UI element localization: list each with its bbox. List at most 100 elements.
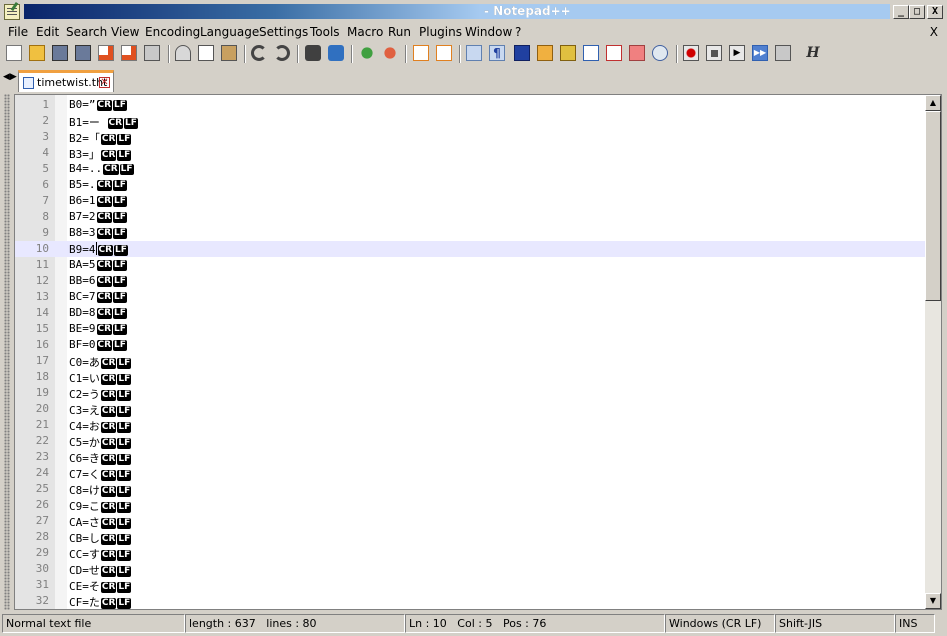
sync-vertical-icon[interactable]	[413, 45, 429, 61]
menu-view[interactable]: View	[111, 25, 139, 39]
editor-line[interactable]: 13 BC=7 CR LF	[15, 289, 925, 305]
menu-search[interactable]: Search	[66, 25, 107, 39]
close-all-icon[interactable]	[121, 45, 137, 61]
save-icon[interactable]	[52, 45, 68, 61]
word-wrap-icon[interactable]	[466, 45, 482, 61]
tab-timetwist[interactable]: timetwist.tht ✕	[18, 70, 114, 92]
text-editor[interactable]: 1 B0=” CR LF 2 B1=ー CR LF 3 B2=「 CR LF 4 B3=」 CR LF 5 B4…	[14, 94, 942, 610]
line-text: C8=け CR LF	[69, 482, 132, 498]
play-macro-icon[interactable]: ▶	[729, 45, 745, 61]
editor-line[interactable]: 5 B4=.. CR LF	[15, 161, 925, 177]
menu-file[interactable]: File	[8, 25, 28, 39]
notepad-plus-plus-icon[interactable]	[4, 4, 20, 20]
redo-icon[interactable]	[274, 45, 290, 61]
find-icon[interactable]	[305, 45, 321, 61]
editor-line[interactable]: 12 BB=6 CR LF	[15, 273, 925, 289]
editor-line[interactable]: 27 CA=さ CR LF	[15, 513, 925, 529]
scroll-down-button[interactable]: ▼	[925, 593, 941, 609]
user-lang-icon[interactable]	[537, 45, 553, 61]
paste-icon[interactable]	[221, 45, 237, 61]
cut-icon[interactable]	[175, 45, 191, 61]
editor-line[interactable]: 6 B5=. CR LF	[15, 177, 925, 193]
new-file-icon[interactable]	[6, 45, 22, 61]
menu-macro[interactable]: Macro	[347, 25, 383, 39]
print-icon[interactable]	[144, 45, 160, 61]
editor-line[interactable]: 20 C3=え CR LF	[15, 401, 925, 417]
editor-line[interactable]: 15 BE=9 CR LF	[15, 321, 925, 337]
editor-line[interactable]: 21 C4=お CR LF	[15, 417, 925, 433]
close-icon[interactable]	[98, 45, 114, 61]
tab-scroll-arrows[interactable]: ◀▶	[3, 72, 17, 82]
sync-horizontal-icon[interactable]	[436, 45, 452, 61]
line-text: C3=え CR LF	[69, 402, 132, 418]
menu-help[interactable]: ?	[515, 25, 521, 39]
menu-tools[interactable]: Tools	[310, 25, 340, 39]
doc-map-icon[interactable]	[560, 45, 576, 61]
menu-run[interactable]: Run	[388, 25, 411, 39]
eol-marker: LF	[117, 374, 132, 385]
editor-line[interactable]: 4 B3=」 CR LF	[15, 145, 925, 161]
close-window-button[interactable]: X	[927, 5, 943, 19]
run-macro-multiple-icon[interactable]: ▶▶	[752, 45, 768, 61]
tab-close-icon[interactable]: ✕	[99, 77, 110, 88]
open-file-icon[interactable]	[29, 45, 45, 61]
replace-icon[interactable]	[328, 45, 344, 61]
close-document-button[interactable]: X	[930, 25, 938, 39]
editor-line[interactable]: 1 B0=” CR LF	[15, 97, 925, 113]
line-text: CD=せ CR LF	[69, 562, 132, 578]
editor-line[interactable]: 16 BF=0 CR LF	[15, 337, 925, 353]
editor-line[interactable]: 19 C2=う CR LF	[15, 385, 925, 401]
maximize-button[interactable]: □	[909, 5, 925, 19]
editor-line[interactable]: 9 B8=3 CR LF	[15, 225, 925, 241]
editor-line[interactable]: 31 CE=そ CR LF	[15, 577, 925, 593]
editor-line[interactable]: 18 C1=い CR LF	[15, 369, 925, 385]
menu-settings[interactable]: Settings	[259, 25, 308, 39]
copy-icon[interactable]	[198, 45, 214, 61]
line-text: CC=す CR LF	[69, 546, 132, 562]
editor-line[interactable]: 30 CD=せ CR LF	[15, 561, 925, 577]
line-content: B9=4	[69, 243, 96, 256]
scroll-thumb[interactable]	[925, 111, 941, 301]
eye-icon[interactable]	[652, 45, 668, 61]
editor-line[interactable]: 8 B7=2 CR LF	[15, 209, 925, 225]
menu-encoding[interactable]: Encoding	[145, 25, 200, 39]
undo-icon[interactable]	[251, 45, 267, 61]
stop-macro-icon[interactable]	[706, 45, 722, 61]
zoom-in-icon[interactable]	[361, 47, 373, 59]
monitor-icon[interactable]	[629, 45, 645, 61]
editor-line[interactable]: 3 B2=「 CR LF	[15, 129, 925, 145]
hex-editor-icon[interactable]: H	[805, 45, 821, 61]
editor-line[interactable]: 11 BA=5 CR LF	[15, 257, 925, 273]
dock-grip[interactable]	[4, 94, 10, 610]
editor-line[interactable]: 7 B6=1 CR LF	[15, 193, 925, 209]
menu-plugins[interactable]: Plugins	[419, 25, 462, 39]
editor-line[interactable]: 28 CB=し CR LF	[15, 529, 925, 545]
editor-line[interactable]: 24 C7=く CR LF	[15, 465, 925, 481]
editor-line[interactable]: 14 BD=8 CR LF	[15, 305, 925, 321]
editor-line[interactable]: 2 B1=ー CR LF	[15, 113, 925, 129]
menu-language[interactable]: Language	[200, 25, 259, 39]
menu-edit[interactable]: Edit	[36, 25, 59, 39]
function-list-icon[interactable]	[583, 45, 599, 61]
vertical-scrollbar[interactable]: ▲ ▼	[925, 95, 941, 609]
eol-marker: LF	[113, 228, 127, 239]
show-all-chars-icon[interactable]: ¶	[489, 45, 505, 61]
folder-workspace-icon[interactable]	[606, 45, 622, 61]
save-all-icon[interactable]	[75, 45, 91, 61]
editor-line[interactable]: 17 C0=あ CR LF	[15, 353, 925, 369]
editor-line[interactable]: 25 C8=け CR LF	[15, 481, 925, 497]
indent-guide-icon[interactable]	[514, 45, 530, 61]
minimize-button[interactable]: _	[893, 5, 909, 19]
line-content: B3=」	[69, 148, 100, 161]
record-macro-icon[interactable]	[683, 45, 699, 61]
editor-line[interactable]: 32 CF=た CR LF	[15, 593, 925, 609]
editor-line[interactable]: 23 C6=き CR LF	[15, 449, 925, 465]
editor-line[interactable]: 29 CC=す CR LF	[15, 545, 925, 561]
editor-line[interactable]: 26 C9=こ CR LF	[15, 497, 925, 513]
menu-window[interactable]: Window	[465, 25, 512, 39]
save-macro-icon[interactable]	[775, 45, 791, 61]
editor-line[interactable]: 10 B9=4 CR LF	[15, 241, 925, 257]
editor-line[interactable]: 22 C5=か CR LF	[15, 433, 925, 449]
zoom-out-icon[interactable]	[384, 47, 396, 59]
scroll-up-button[interactable]: ▲	[925, 95, 941, 111]
